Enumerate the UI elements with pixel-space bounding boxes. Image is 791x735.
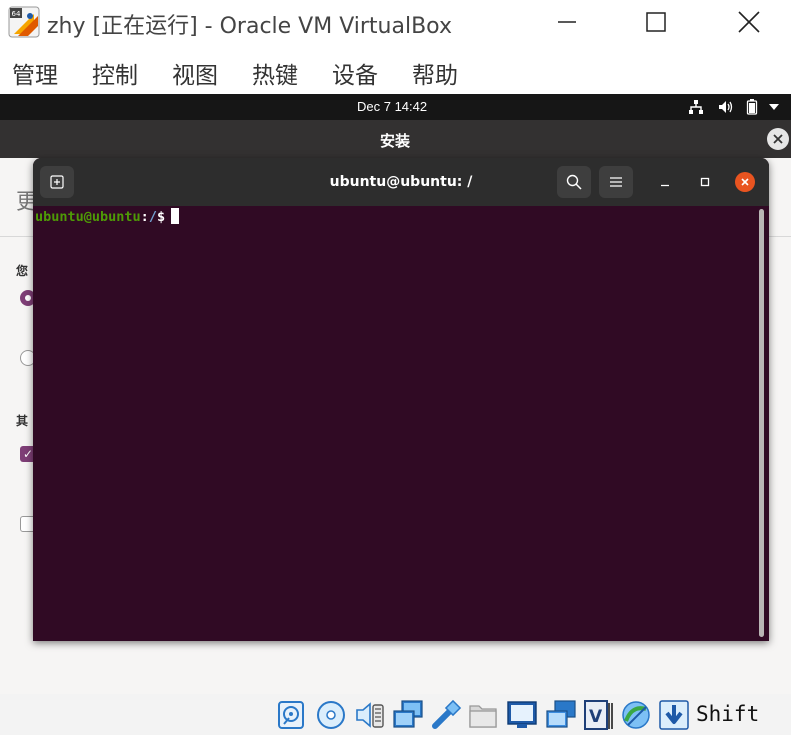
minimize-icon <box>558 21 576 23</box>
virtualbox-logo-icon: 64 <box>8 6 40 38</box>
prompt-symbol: $ <box>156 209 166 225</box>
menu-devices[interactable]: 设备 <box>332 56 378 90</box>
menu-manage[interactable]: 管理 <box>12 56 58 90</box>
prompt-separator: : <box>140 209 149 225</box>
menu-help[interactable]: 帮助 <box>412 56 458 90</box>
video-capture-icon[interactable] <box>545 699 577 731</box>
battery-icon[interactable] <box>746 98 758 116</box>
installer-header: 安装 <box>0 120 791 158</box>
volume-icon[interactable] <box>718 98 734 116</box>
window-title: zhy [正在运行] - Oracle VM VirtualBox <box>47 14 452 39</box>
system-menu-chevron-down-icon[interactable] <box>768 98 780 116</box>
audio-icon[interactable] <box>354 699 386 731</box>
prompt-user-host: ubuntu@ubuntu <box>35 209 141 225</box>
installer-section-label: 您 <box>16 264 29 278</box>
search-icon <box>566 174 582 190</box>
terminal-output[interactable]: ubuntu@ubuntu:/$ <box>33 206 769 641</box>
close-icon <box>773 134 783 144</box>
menubar: 管理 控制 视图 热键 设备 帮助 <box>0 50 791 94</box>
close-icon <box>738 11 760 33</box>
host-key-label: Shift <box>696 702 760 726</box>
vm-statusbar: V Shift <box>0 694 791 735</box>
keyboard-capture-down-arrow-icon[interactable] <box>658 699 690 731</box>
terminal-close-button[interactable] <box>735 172 755 192</box>
menu-hotkeys[interactable]: 热键 <box>252 56 298 90</box>
installer-close-button[interactable] <box>767 128 789 150</box>
shell-prompt: ubuntu@ubuntu:/$ <box>35 208 180 225</box>
maximize-button[interactable] <box>625 0 687 44</box>
svg-text:64: 64 <box>12 10 21 18</box>
hard-disk-icon[interactable] <box>275 699 307 731</box>
menu-button[interactable] <box>599 166 633 198</box>
network-icon[interactable] <box>688 98 704 116</box>
close-button[interactable] <box>718 0 780 44</box>
minimize-button[interactable] <box>536 0 598 44</box>
installer-title: 安装 <box>380 132 411 150</box>
menu-view[interactable]: 视图 <box>172 56 218 90</box>
search-button[interactable] <box>557 166 591 198</box>
guest-topbar: Dec 7 14:42 <box>0 94 791 120</box>
maximize-icon <box>646 12 666 32</box>
virtualization-engine-icon[interactable]: V <box>583 699 615 731</box>
terminal-scrollbar[interactable] <box>759 209 764 637</box>
display-icon[interactable] <box>506 699 538 731</box>
hamburger-menu-icon <box>610 177 622 187</box>
terminal-maximize-button[interactable] <box>695 172 715 192</box>
terminal-window[interactable]: ubuntu@ubuntu: / ubuntu@ubuntu:/$ <box>33 158 769 641</box>
svg-text:V: V <box>589 707 603 727</box>
network-adapter-icon[interactable] <box>392 699 424 731</box>
window-titlebar: 64 zhy [正在运行] - Oracle VM VirtualBox <box>0 0 791 48</box>
maximize-icon <box>700 177 710 187</box>
text-cursor <box>171 208 180 224</box>
terminal-headerbar: ubuntu@ubuntu: / <box>33 158 769 206</box>
shared-folder-icon[interactable] <box>467 699 499 731</box>
minimize-icon <box>661 184 669 187</box>
usb-icon[interactable] <box>430 699 462 731</box>
prompt-path: / <box>148 209 157 225</box>
installer-other-label: 其 <box>16 414 29 428</box>
optical-disc-icon[interactable] <box>315 699 347 731</box>
terminal-minimize-button[interactable] <box>655 172 675 192</box>
menu-control[interactable]: 控制 <box>92 56 138 90</box>
close-icon <box>741 178 749 186</box>
clock[interactable]: Dec 7 14:42 <box>357 99 427 114</box>
mouse-integration-icon[interactable] <box>620 699 652 731</box>
